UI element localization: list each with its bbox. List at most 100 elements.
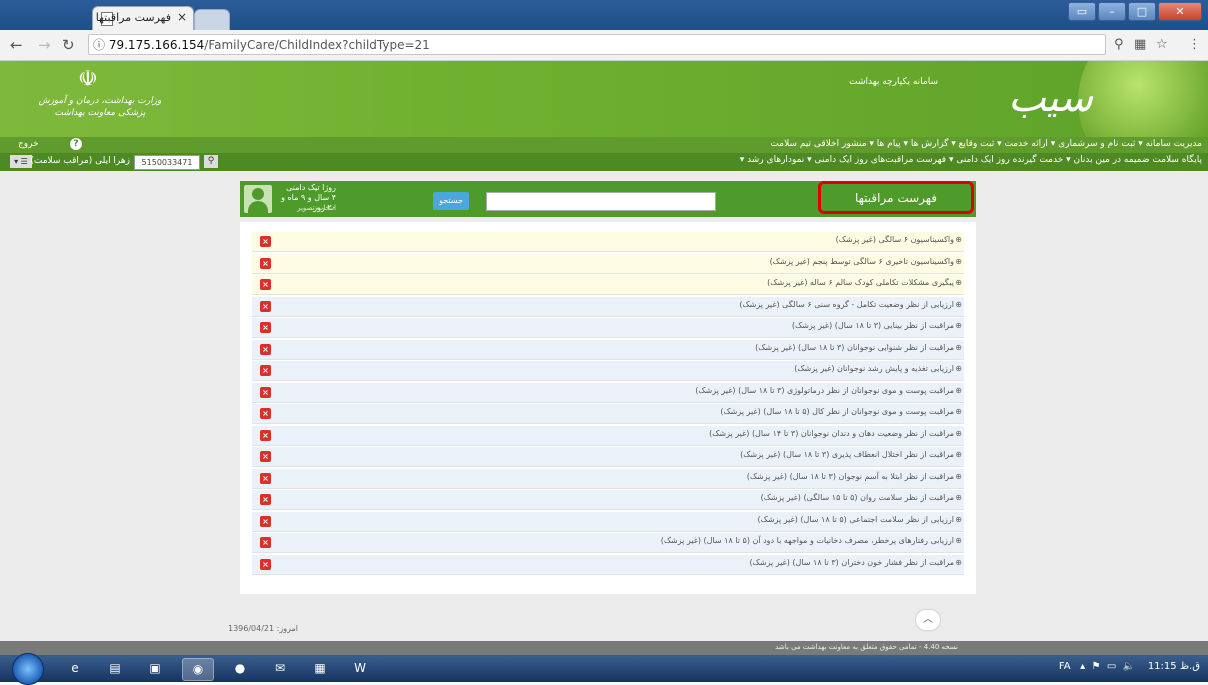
expand-icon[interactable]: ⊕ bbox=[955, 429, 962, 438]
sub-menu-items[interactable]: پایگاه سلامت ضمیمه در مین بدنان ▾ خدمت گ… bbox=[740, 155, 1202, 165]
delete-icon[interactable]: × bbox=[260, 558, 271, 570]
expand-icon[interactable]: ⊕ bbox=[955, 536, 962, 545]
scroll-top-button[interactable]: ︿ bbox=[916, 610, 940, 630]
forward-arrow-icon[interactable]: → bbox=[38, 36, 51, 54]
expand-icon[interactable]: ⊕ bbox=[955, 278, 962, 287]
care-item-label[interactable]: مراقبت از نظر بینایی (۳ تا ۱۸ سال) (غیر … bbox=[792, 321, 954, 330]
care-item-label[interactable]: پیگیری مشکلات تکاملی کودک سالم ۶ ساله (غ… bbox=[767, 278, 954, 287]
care-item-label[interactable]: مراقبت از نظر ابتلا به آسم نوجوان (۳ تا … bbox=[747, 472, 954, 481]
care-list-row[interactable]: × مراقبت از نظر بینایی (۳ تا ۱۸ سال) (غیر… bbox=[252, 318, 964, 338]
info-icon[interactable]: ⓘ bbox=[93, 38, 105, 52]
clock[interactable]: 11:15 ق.ظ bbox=[1148, 661, 1200, 672]
chrome-icon[interactable]: ◉ bbox=[182, 658, 214, 681]
bookmark-star-icon[interactable]: ☆ bbox=[1156, 37, 1168, 52]
ie-icon[interactable]: e bbox=[60, 658, 90, 679]
care-list-row[interactable]: × ارزیابی تغذیه و پایش رشد نوجوانان (غیر … bbox=[252, 361, 964, 381]
delete-icon[interactable]: × bbox=[260, 408, 271, 419]
delete-icon[interactable]: × bbox=[260, 494, 271, 505]
care-item-label[interactable]: ارزیابی تغذیه و پایش رشد نوجوانان (غیر پ… bbox=[794, 364, 954, 373]
care-list-row[interactable]: × ارزیابی از نظر سلامت اجتماعی (۵ تا ۱۸ س… bbox=[252, 511, 964, 532]
expand-icon[interactable]: ⊕ bbox=[955, 450, 962, 459]
care-item-label[interactable]: ارزیابی رفتارهای پرخطر، مصرف دخانیات و م… bbox=[661, 536, 954, 545]
expand-icon[interactable]: ⊕ bbox=[955, 386, 962, 395]
search-button[interactable]: جستجو bbox=[433, 192, 469, 210]
delete-icon[interactable]: × bbox=[260, 343, 271, 355]
expand-icon[interactable]: ⊕ bbox=[955, 558, 962, 567]
translate-icon[interactable]: ▦ bbox=[1134, 37, 1146, 52]
browser-tab[interactable]: فهرست مراقبتها × bbox=[92, 6, 194, 31]
explorer-icon[interactable]: ▤ bbox=[100, 658, 130, 679]
delete-icon[interactable]: × bbox=[260, 451, 271, 462]
app-icon[interactable]: ● bbox=[225, 658, 255, 679]
search-icon[interactable]: ⚲ bbox=[204, 155, 218, 168]
delete-icon[interactable]: × bbox=[260, 472, 271, 484]
window-maximize-button[interactable]: □ bbox=[1128, 2, 1156, 21]
main-menu-items[interactable]: مدیریت سامانه ▾ ثبت نام و سرشماری ▾ ارائ… bbox=[770, 139, 1202, 149]
delete-icon[interactable]: × bbox=[260, 429, 271, 441]
new-tab-button[interactable] bbox=[194, 9, 230, 30]
zoom-icon[interactable]: ⚲ bbox=[1114, 37, 1124, 52]
paint-icon[interactable]: ▦ bbox=[305, 658, 335, 679]
delete-icon[interactable]: × bbox=[260, 365, 271, 376]
reload-icon[interactable]: ↻ bbox=[62, 36, 75, 54]
expand-icon[interactable]: ⊕ bbox=[955, 407, 962, 416]
delete-icon[interactable]: × bbox=[260, 279, 271, 290]
delete-icon[interactable]: × bbox=[260, 257, 271, 269]
expand-icon[interactable]: ⊕ bbox=[955, 321, 962, 330]
care-item-label[interactable]: ارزیابی از نظر وضعیت تکامل - گروه سنی ۶ … bbox=[739, 300, 954, 309]
expand-icon[interactable]: ⊕ bbox=[955, 515, 962, 524]
url-field[interactable]: ⓘ 79.175.166.154/FamilyCare/ChildIndex?c… bbox=[88, 34, 1106, 55]
expand-icon[interactable]: ⊕ bbox=[955, 235, 962, 244]
expand-icon[interactable]: ⊕ bbox=[955, 257, 962, 266]
delete-icon[interactable]: × bbox=[260, 300, 271, 312]
delete-icon[interactable]: × bbox=[260, 515, 271, 527]
menu-dots-icon[interactable]: ⋮ bbox=[1188, 37, 1201, 52]
back-arrow-icon[interactable]: ← bbox=[10, 36, 23, 54]
care-item-label[interactable]: مراقبت از نظر شنوایی نوجوانان (۳ تا ۱۸ س… bbox=[755, 343, 954, 352]
mail-icon[interactable]: ✉ bbox=[265, 658, 295, 679]
expand-icon[interactable]: ⊕ bbox=[955, 364, 962, 373]
care-item-label[interactable]: مراقبت از نظر فشار خون دختران (۳ تا ۱۸ س… bbox=[750, 558, 954, 567]
care-list-row[interactable]: × ارزیابی رفتارهای پرخطر، مصرف دخانیات و … bbox=[252, 533, 964, 553]
care-item-label[interactable]: واکسیناسیون ۶ سالگی (غیر پزشک) bbox=[836, 235, 954, 244]
care-list-row[interactable]: × مراقبت از نظر اختلال انعطاف پذیری (۳ تا… bbox=[252, 447, 964, 467]
delete-icon[interactable]: × bbox=[260, 386, 271, 398]
care-item-label[interactable]: ارزیابی از نظر سلامت اجتماعی (۵ تا ۱۸ سا… bbox=[758, 515, 954, 524]
start-button[interactable] bbox=[12, 653, 44, 685]
expand-icon[interactable]: ⊕ bbox=[955, 472, 962, 481]
delete-icon[interactable]: × bbox=[260, 236, 271, 247]
user-name[interactable]: زهرا ایلی (مراقب سلامت) bbox=[30, 156, 130, 166]
care-list-row[interactable]: × واکسیناسیون ۶ سالگی (غیر پزشک) ⊕ bbox=[252, 232, 964, 252]
window-close-button[interactable]: ✕ bbox=[1158, 2, 1202, 21]
care-list-row[interactable]: × مراقبت از نظر وضعیت دهان و دندان نوجوان… bbox=[252, 425, 964, 446]
search-input[interactable] bbox=[486, 192, 716, 211]
care-list-row[interactable]: × مراقبت از نظر ابتلا به آسم نوجوان (۳ تا… bbox=[252, 468, 964, 489]
tab-close-icon[interactable]: × bbox=[177, 10, 187, 24]
expand-icon[interactable]: ⊕ bbox=[955, 300, 962, 309]
user-dropdown[interactable]: ▾ ☰ bbox=[10, 155, 32, 168]
national-id-input[interactable]: 5150033471 bbox=[134, 155, 200, 170]
expand-icon[interactable]: ⊕ bbox=[955, 343, 962, 352]
window-minimize-button[interactable]: – bbox=[1098, 2, 1126, 21]
window-restore-button[interactable]: ▭ bbox=[1068, 2, 1096, 21]
delete-icon[interactable]: × bbox=[260, 537, 271, 548]
exit-link[interactable]: خروج bbox=[18, 139, 39, 149]
care-item-label[interactable]: مراقبت از نظر سلامت روان (۵ تا ۱۵ سالگی)… bbox=[761, 493, 954, 502]
word-icon[interactable]: W bbox=[345, 658, 375, 679]
care-list-row[interactable]: × مراقبت از نظر فشار خون دختران (۳ تا ۱۸ … bbox=[252, 554, 964, 575]
care-list-row[interactable]: × مراقبت پوست و موی نوجوانان از نظر کال (… bbox=[252, 404, 964, 424]
help-icon[interactable]: ? bbox=[70, 138, 82, 150]
care-list-row[interactable]: × پیگیری مشکلات تکاملی کودک سالم ۶ ساله (… bbox=[252, 275, 964, 295]
language-indicator[interactable]: FA bbox=[1059, 661, 1071, 672]
care-item-label[interactable]: مراقبت از نظر وضعیت دهان و دندان نوجوانا… bbox=[709, 429, 954, 438]
media-icon[interactable]: ▣ bbox=[140, 658, 170, 679]
care-item-label[interactable]: مراقبت از نظر اختلال انعطاف پذیری (۳ تا … bbox=[740, 450, 954, 459]
delete-icon[interactable]: × bbox=[260, 322, 271, 333]
care-list-row[interactable]: × واکسیناسیون تاخیری ۶ سالگی توسط پنجم (غ… bbox=[252, 253, 964, 274]
change-child-link[interactable]: انتخاب تصویر bbox=[276, 204, 336, 212]
care-list-row[interactable]: × مراقبت از نظر سلامت روان (۵ تا ۱۵ سالگی… bbox=[252, 490, 964, 510]
care-list-row[interactable]: × ارزیابی از نظر وضعیت تکامل - گروه سنی ۶… bbox=[252, 296, 964, 317]
expand-icon[interactable]: ⊕ bbox=[955, 493, 962, 502]
care-list-row[interactable]: × مراقبت پوست و موی نوجوانان از نظر درمات… bbox=[252, 382, 964, 403]
care-item-label[interactable]: مراقبت پوست و موی نوجوانان از نظر کال (۵… bbox=[720, 407, 954, 416]
